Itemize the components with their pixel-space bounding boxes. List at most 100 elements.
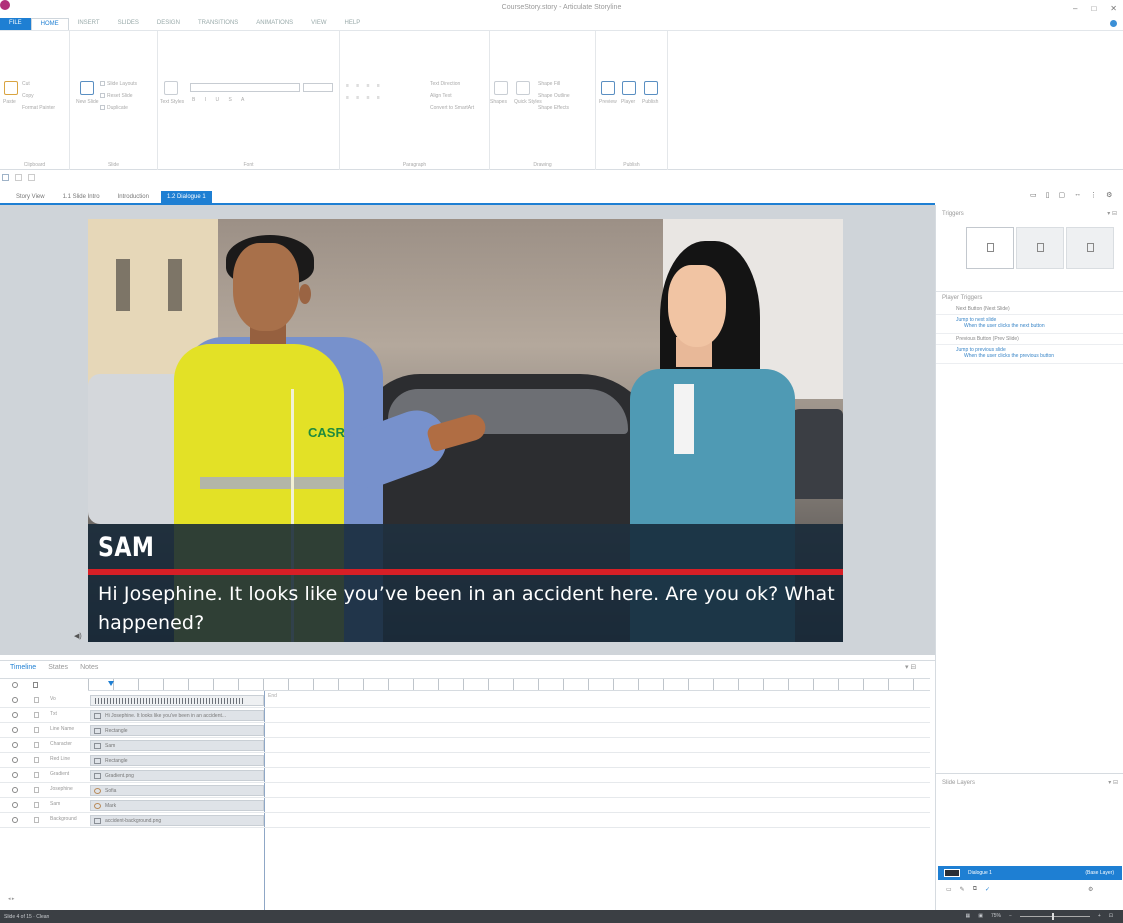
redo-icon[interactable] [28,174,35,181]
new-slide-button[interactable]: New Slide [76,99,99,105]
object-bar[interactable]: Sofia [90,785,264,796]
timeline-row[interactable]: Txt Hi Josephine. It looks like you've b… [0,708,930,723]
lock-header-icon[interactable] [33,682,38,688]
player-button[interactable]: Player [621,99,635,105]
timeline-row[interactable]: Line Name Rectangle [0,723,930,738]
normal-view-icon[interactable]: ▭ [1030,191,1037,199]
zoom-in-icon[interactable]: + [1098,913,1101,919]
list-buttons[interactable]: ≡ ≡ ≡ ≡ [346,83,383,89]
close-button[interactable]: ✕ [1110,4,1117,13]
trigger-group-next[interactable]: Next Button (Next Slide) [936,304,1123,315]
shapes-button[interactable]: Shapes [490,99,507,105]
new-trigger-button[interactable] [966,227,1014,269]
visibility-icon[interactable] [12,757,18,763]
timeline-row[interactable]: Character Sam [0,738,930,753]
tab-insert[interactable]: INSERT [69,18,109,30]
edit-layer-icon[interactable]: ✎ [960,886,965,893]
tab-design[interactable]: DESIGN [148,18,189,30]
tab-view[interactable]: VIEW [302,18,335,30]
tab-dialogue-1[interactable]: 1.2 Dialogue 1 [160,191,212,203]
lock-icon[interactable] [34,757,39,763]
visibility-icon[interactable] [12,817,18,823]
panel-controls[interactable]: ▾ ⊟ [1107,210,1117,217]
visibility-icon[interactable] [12,697,18,703]
maximize-button[interactable]: □ [1091,4,1096,13]
object-bar[interactable]: Gradient.png [90,770,264,781]
font-family-combo[interactable] [190,83,300,92]
timeline-ruler[interactable] [88,679,930,691]
lock-icon[interactable] [34,817,39,823]
cut-button[interactable]: Cut [22,81,30,87]
object-bar[interactable]: Mark [90,800,264,811]
copy-button[interactable]: Copy [22,93,34,99]
tab-timeline[interactable]: Timeline [10,664,36,675]
tab-story-view[interactable]: Story View [10,191,51,203]
tab-file[interactable]: FILE [0,18,31,30]
more-icon[interactable]: ⋮ [1090,191,1097,199]
undo-icon[interactable] [15,174,22,181]
shape-outline-button[interactable]: Shape Outline [538,93,570,99]
normal-view-status-icon[interactable]: ▦ [965,913,970,919]
timeline-row[interactable]: Josephine Sofia [0,783,930,798]
slide-canvas[interactable]: CASR SAM Hi Josephine. It looks like you… [88,219,843,642]
base-layer-row[interactable]: Dialogue 1 (Base Layer) [938,866,1122,880]
split-view-icon[interactable]: ▯ [1046,191,1050,199]
minimize-button[interactable]: – [1073,4,1077,13]
layer-settings-icon[interactable]: ⚙ [1088,886,1093,893]
reset-slide-button[interactable]: Reset Slide [100,93,133,99]
text-styles-button[interactable]: Text Styles [160,99,184,105]
lock-icon[interactable] [34,787,39,793]
timeline-scroll-controls[interactable]: ◂ ▸ [0,896,264,906]
edit-trigger-button[interactable] [1016,227,1064,269]
fit-window-icon[interactable]: ⊡ [1109,913,1113,919]
lock-icon[interactable] [34,712,39,718]
publish-icon[interactable] [644,81,658,95]
tab-help[interactable]: HELP [336,18,370,30]
timeline-row[interactable]: Sam Mark [0,798,930,813]
lock-icon[interactable] [34,742,39,748]
shape-effects-button[interactable]: Shape Effects [538,105,569,111]
visibility-icon[interactable] [12,772,18,778]
paste-button[interactable]: Paste [3,99,16,105]
tab-home[interactable]: HOME [30,18,69,30]
visibility-icon[interactable] [12,727,18,733]
settings-gear-icon[interactable]: ⚙ [1106,191,1112,199]
timeline-panel-controls[interactable]: ▾ ⊟ [905,663,916,671]
trigger-action-link[interactable]: Jump to previous slide [936,345,1123,353]
align-text-button[interactable]: Align Text [430,93,452,99]
shapes-icon[interactable] [494,81,508,95]
shape-fill-button[interactable]: Shape Fill [538,81,560,87]
visibility-icon[interactable] [12,802,18,808]
audio-icon[interactable]: ◀) [74,632,82,640]
fit-status-icon[interactable]: ▣ [978,913,983,919]
align-buttons[interactable]: ≡ ≡ ≡ ≡ [346,95,383,101]
object-bar[interactable]: Rectangle [90,725,264,736]
text-direction-button[interactable]: Text Direction [430,81,460,87]
tab-states[interactable]: States [48,664,68,675]
preview-button[interactable]: Preview [599,99,617,105]
tab-slides[interactable]: SLIDES [109,18,148,30]
quick-styles-icon[interactable] [516,81,530,95]
paste-icon[interactable] [4,81,18,95]
playhead[interactable] [108,681,114,686]
player-icon[interactable] [622,81,636,95]
object-bar[interactable]: Sam [90,740,264,751]
font-size-combo[interactable] [303,83,333,92]
help-icon[interactable] [1110,20,1117,27]
lock-icon[interactable] [34,802,39,808]
new-slide-icon[interactable] [80,81,94,95]
tab-introduction[interactable]: Introduction [112,191,155,203]
audio-bar[interactable] [90,695,264,706]
lock-icon[interactable] [34,772,39,778]
save-icon[interactable] [2,174,9,181]
trigger-condition-link[interactable]: When the user clicks the previous button [936,353,1123,364]
timeline-row[interactable]: Vo [0,693,930,708]
duplicate-layer-icon[interactable]: ⧉ [973,886,977,893]
tab-animations[interactable]: ANIMATIONS [247,18,302,30]
tab-slide-intro[interactable]: 1.1 Slide Intro [57,191,106,203]
convert-button[interactable]: Convert to SmartArt [430,105,474,111]
text-styles-icon[interactable] [164,81,178,95]
preview-icon[interactable] [601,81,615,95]
format-painter-button[interactable]: Format Painter [22,105,55,111]
tab-transitions[interactable]: TRANSITIONS [189,18,247,30]
